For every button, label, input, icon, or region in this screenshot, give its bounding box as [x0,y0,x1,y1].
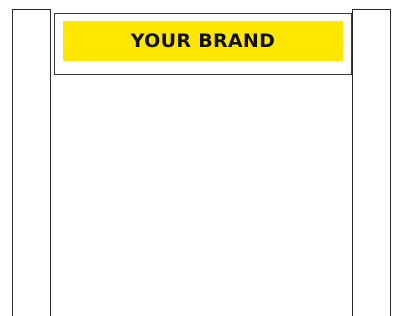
frame-top-left-edge [12,9,51,10]
brand-banner: YOUR BRAND [63,21,343,61]
frame-right-outer-edge [390,9,391,316]
product-label-mockup: YOUR BRAND [0,0,416,316]
frame-top-right-edge [352,9,391,10]
brand-label-box: YOUR BRAND [54,13,352,75]
frame-left-outer-edge [12,9,13,316]
frame-left-inner-edge [50,9,51,316]
frame-right-inner-edge [352,9,353,316]
